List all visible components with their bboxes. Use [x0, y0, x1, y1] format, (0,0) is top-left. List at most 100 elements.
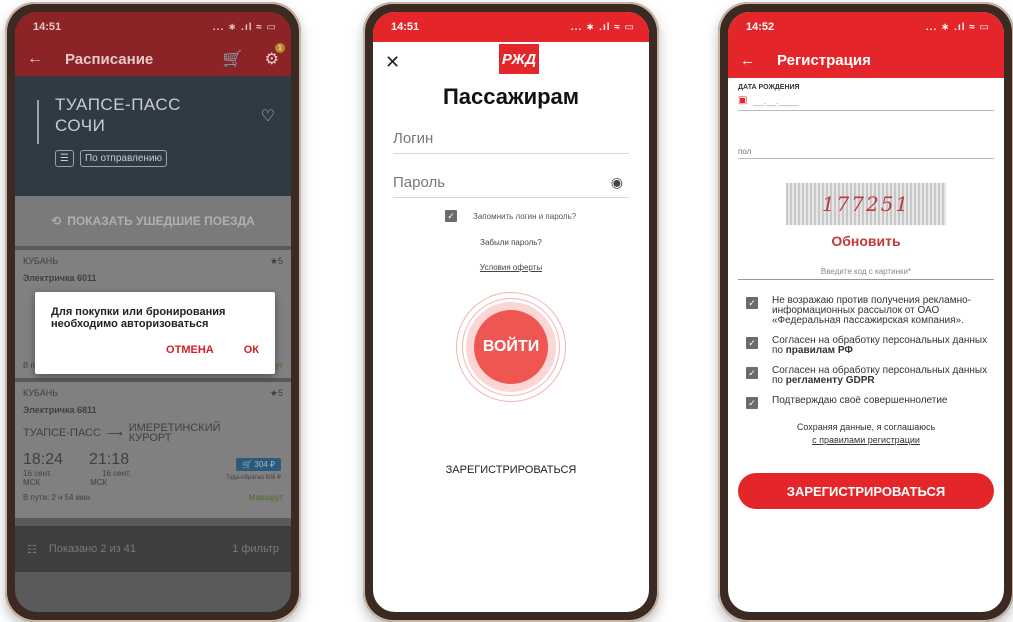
captcha-code-input[interactable]: Введите код с картинки*: [738, 267, 994, 280]
filter-settings-icon[interactable]: ⚙ 1: [265, 43, 285, 69]
calendar-icon[interactable]: ▣: [738, 95, 747, 106]
remember-checkbox[interactable]: ✓: [445, 210, 457, 222]
route-link[interactable]: Маршрут: [249, 493, 283, 502]
star-icon: ★: [269, 388, 278, 398]
agree-row-rf[interactable]: ✓ Согласен на обработку персональных дан…: [738, 336, 994, 356]
agree-checkbox[interactable]: ✓: [746, 297, 758, 309]
back-arrow-icon[interactable]: ←: [27, 50, 43, 68]
filter-count: 1 фильтр: [232, 543, 279, 555]
password-placeholder: Пароль: [393, 174, 446, 191]
birth-date-field[interactable]: ▣ __.__.____: [738, 91, 994, 111]
show-password-eye-icon[interactable]: ◉: [611, 174, 623, 191]
password-field[interactable]: Пароль ◉: [393, 164, 629, 198]
route-to: ИМЕРЕТИНСКИЙ КУРОРТ: [128, 422, 221, 444]
station-to: СОЧИ: [55, 116, 106, 135]
screen-registration: 14:52 ... ∗ .ıl ≈ ▭ ← Регистрация ДАТА Р…: [728, 12, 1004, 612]
auth-dialog: Для покупки или бронирования необходимо …: [35, 292, 275, 374]
brand-name: КУБАНЬ: [23, 256, 59, 266]
screen-schedule: 14:51 ... ∗ .ıl ≈ ▭ ← Расписание 🛒 ⚙ 1 ТУ…: [15, 12, 291, 612]
phone-registration: 14:52 ... ∗ .ıl ≈ ▭ ← Регистрация ДАТА Р…: [718, 2, 1013, 622]
ok-button[interactable]: ОК: [244, 344, 259, 356]
departure-tz: МСК: [23, 478, 41, 487]
forgot-password-link[interactable]: Забыли пароль?: [373, 238, 649, 247]
back-arrow-icon[interactable]: ←: [740, 52, 755, 69]
birth-date-label: ДАТА РОЖДЕНИЯ: [738, 84, 800, 91]
phone-login: 14:51 ... ∗ .ıl ≈ ▭ ✕ РЖД Пассажирам Лог…: [363, 2, 659, 622]
shown-count: Показано 2 из 41: [48, 543, 137, 555]
route-from: ТУАПСЕ-ПАСС: [23, 427, 101, 439]
birth-date-value: __.__.____: [753, 95, 799, 106]
agree-row-ads[interactable]: ✓ Не возражаю против получения рекламно-…: [738, 296, 994, 326]
agree-label: Подтверждаю своё совершеннолетие: [772, 395, 948, 406]
rules-link[interactable]: с правилами регистрации: [812, 435, 920, 445]
note-text: Сохраняя данные, я соглашаюсь: [796, 422, 936, 432]
dialog-message: Для покупки или бронирования необходимо …: [51, 306, 226, 330]
agree-checkbox[interactable]: ✓: [746, 337, 758, 349]
agree-checkbox[interactable]: ✓: [746, 397, 758, 409]
status-icons: ... ∗ .ıl ≈ ▭: [212, 21, 277, 33]
agree-label: Не возражаю против получения рекламно-ин…: [772, 295, 971, 326]
cart-icon[interactable]: 🛒: [223, 49, 243, 69]
show-gone-trains-button[interactable]: ⟲ ПОКАЗАТЬ УШЕДШИЕ ПОЕЗДА: [15, 196, 291, 246]
login-field[interactable]: Логин: [393, 120, 629, 154]
arrival-time: 21:18: [89, 451, 130, 468]
remember-row[interactable]: ✓ Запомнить логин и пароль?: [445, 210, 649, 222]
arrow-right-icon: ⟶: [106, 427, 123, 440]
rzd-logo: РЖД: [499, 44, 539, 74]
phone-schedule: 14:51 ... ∗ .ıl ≈ ▭ ← Расписание 🛒 ⚙ 1 ТУ…: [5, 2, 301, 622]
agree-checkbox[interactable]: ✓: [746, 367, 758, 379]
sort-selector[interactable]: По отправлению: [79, 150, 168, 167]
refresh-captcha-button[interactable]: Обновить: [738, 233, 994, 249]
star-icon: ★: [269, 256, 278, 266]
show-gone-label: ПОКАЗАТЬ УШЕДШИЕ ПОЕЗДА: [67, 214, 255, 228]
status-bar: 14:51 ... ∗ .ıl ≈ ▭: [373, 12, 649, 42]
status-bar: 14:51 ... ∗ .ıl ≈ ▭: [15, 12, 291, 42]
terms-link[interactable]: Условия оферты: [373, 263, 649, 272]
register-link[interactable]: ЗАРЕГИСТРИРОВАТЬСЯ: [373, 464, 649, 476]
registration-note: Сохраняя данные, я соглашаюсь с правилам…: [738, 421, 994, 447]
sex-field[interactable]: пол: [738, 147, 994, 159]
brand-name: КУБАНЬ: [23, 388, 59, 398]
status-bar: 14:52 ... ∗ .ıl ≈ ▭: [728, 12, 1004, 42]
arrival-date: 16 сент.: [102, 469, 131, 478]
sort-icon[interactable]: ☰: [55, 150, 74, 167]
rating: 5: [277, 256, 283, 266]
price-button[interactable]: 🛒 304 ₽: [236, 458, 281, 471]
roundtrip-price: Туда-обратно 608 ₽: [226, 475, 281, 481]
train-number: Электричка 6811: [23, 405, 97, 415]
agree-row-gdpr[interactable]: ✓ Согласен на обработку персональных дан…: [738, 366, 994, 386]
cancel-button[interactable]: ОТМЕНА: [166, 344, 214, 356]
agree-bold: регламенту GDPR: [785, 375, 875, 386]
agree-row-age[interactable]: ✓ Подтверждаю своё совершеннолетие: [738, 396, 994, 409]
departure-time: 18:24: [23, 451, 64, 468]
price-value: 304 ₽: [254, 460, 275, 469]
app-bar: ← Регистрация: [728, 42, 1004, 78]
train-number: Электричка 6011: [23, 273, 97, 283]
bottom-filter-bar[interactable]: ☷ Показано 2 из 41 1 фильтр: [15, 526, 291, 572]
agree-bold: правилам РФ: [785, 345, 853, 356]
departure-date: 16 сент.: [23, 469, 52, 478]
favorite-heart-icon[interactable]: ♡: [261, 106, 275, 126]
captcha-placeholder: Введите код с картинки*: [820, 267, 912, 276]
page-title: Пассажирам: [442, 84, 580, 109]
train-card[interactable]: КУБАНЬ ★5 Электричка 6811 ТУАПСЕ-ПАСС ⟶ …: [15, 382, 291, 518]
route-line: [37, 100, 39, 144]
close-icon[interactable]: ✕: [385, 52, 400, 73]
arrival-tz: МСК: [90, 478, 108, 487]
route-header: ТУАПСЕ-ПАСС СОЧИ ♡ ☰ По отправлению: [15, 76, 291, 196]
login-button[interactable]: ВОЙТИ: [474, 310, 548, 384]
status-time: 14:51: [391, 21, 420, 33]
status-icons: ... ∗ .ıl ≈ ▭: [925, 21, 990, 33]
filter-sliders-icon: ☷: [27, 543, 37, 556]
status-time: 14:51: [33, 21, 62, 33]
app-bar: ← Расписание 🛒 ⚙ 1: [15, 42, 291, 76]
remember-label: Запомнить логин и пароль?: [473, 211, 577, 221]
screen-login: 14:51 ... ∗ .ıl ≈ ▭ ✕ РЖД Пассажирам Лог…: [373, 12, 649, 612]
status-icons: ... ∗ .ıl ≈ ▭: [570, 21, 635, 33]
status-time: 14:52: [746, 21, 775, 33]
rating: 5: [277, 388, 283, 398]
register-button[interactable]: ЗАРЕГИСТРИРОВАТЬСЯ: [738, 473, 994, 509]
history-icon: ⟲: [51, 214, 62, 228]
login-button-wrap: ВОЙТИ: [456, 292, 566, 402]
station-from: ТУАПСЕ-ПАСС: [55, 95, 181, 114]
